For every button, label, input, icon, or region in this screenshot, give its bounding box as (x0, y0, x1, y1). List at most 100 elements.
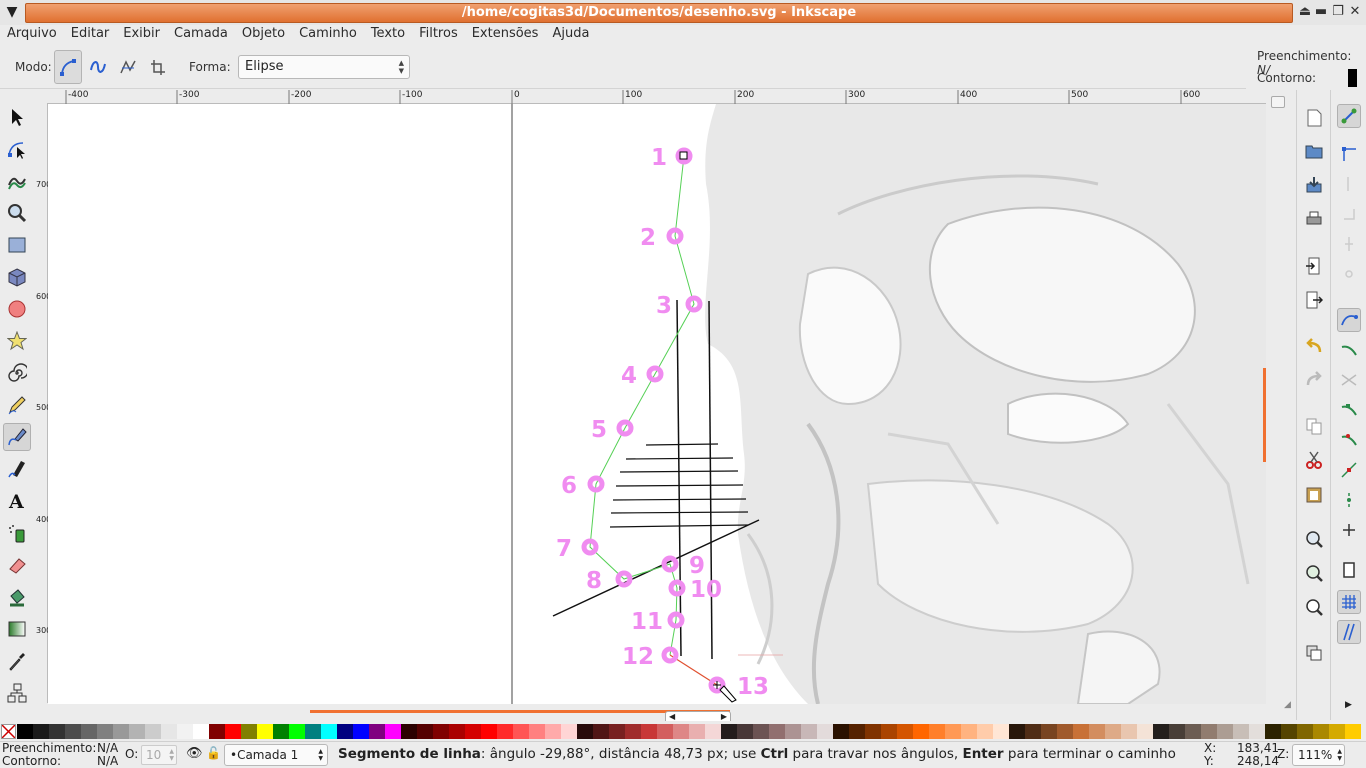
palette-swatch[interactable] (1009, 724, 1025, 739)
palette-swatch[interactable] (769, 724, 785, 739)
save-icon[interactable] (1302, 173, 1326, 197)
palette-swatch[interactable] (305, 724, 321, 739)
zoom-selection-icon[interactable] (1302, 527, 1326, 551)
menu-filtros[interactable]: Filtros (412, 25, 465, 43)
palette-swatch[interactable] (833, 724, 849, 739)
palette-swatch[interactable] (449, 724, 465, 739)
tweak-tool[interactable] (3, 167, 31, 195)
palette-swatch[interactable] (481, 724, 497, 739)
menu-objeto[interactable]: Objeto (235, 25, 292, 43)
palette-swatch[interactable] (257, 724, 273, 739)
horizontal-ruler[interactable]: -400 -300 -200 -100 0 100 200 300 400 50… (48, 90, 1266, 104)
palette-swatch[interactable] (561, 724, 577, 739)
paint-bucket-tool[interactable] (3, 583, 31, 611)
palette-swatch[interactable] (721, 724, 737, 739)
undo-icon[interactable] (1302, 334, 1326, 358)
scroll-left-icon[interactable]: ◀ (669, 712, 675, 721)
palette-swatch[interactable] (705, 724, 721, 739)
pencil-tool[interactable] (3, 391, 31, 419)
palette-swatch[interactable] (785, 724, 801, 739)
import-icon[interactable] (1302, 254, 1326, 278)
opacity-spinbox[interactable]: 10 ▲ ▼ (141, 745, 177, 765)
palette-swatch[interactable] (1265, 724, 1281, 739)
palette-swatch[interactable] (673, 724, 689, 739)
open-folder-icon[interactable] (1302, 139, 1326, 163)
palette-swatch[interactable] (497, 724, 513, 739)
palette-swatch[interactable] (1057, 724, 1073, 739)
enable-snapping-icon[interactable] (1337, 104, 1361, 128)
palette-swatch[interactable] (465, 724, 481, 739)
palette-swatch[interactable] (1345, 724, 1361, 739)
snap-object-centers-icon[interactable] (1337, 488, 1361, 512)
toggle-lock-icon[interactable]: 🔓 (206, 746, 221, 760)
snap-page-border-icon[interactable] (1337, 558, 1361, 582)
palette-swatch[interactable] (289, 724, 305, 739)
drawing-canvas[interactable]: 1 2 3 4 5 6 7 8 9 10 11 12 13 (48, 104, 1266, 704)
stroke-swatch[interactable] (1348, 69, 1357, 87)
snap-guides-icon[interactable] (1337, 620, 1361, 644)
palette-swatch[interactable] (401, 724, 417, 739)
spiral-tool[interactable] (3, 359, 31, 387)
palette-swatch[interactable] (817, 724, 833, 739)
menu-ajuda[interactable]: Ajuda (545, 25, 596, 43)
export-icon[interactable] (1302, 288, 1326, 312)
text-tool[interactable]: A (3, 487, 31, 515)
vertical-ruler[interactable]: 700 600 500 400 300 (34, 103, 51, 703)
palette-swatch[interactable] (897, 724, 913, 739)
snap-smooth-nodes-icon[interactable] (1337, 428, 1361, 452)
snap-paths-icon[interactable] (1337, 338, 1361, 362)
palette-swatch[interactable] (17, 724, 33, 739)
snap-bbox-center-icon[interactable] (1337, 262, 1361, 286)
paste-icon[interactable] (1302, 482, 1326, 506)
palette-swatch[interactable] (593, 724, 609, 739)
spray-tool[interactable] (3, 519, 31, 547)
redo-icon[interactable] (1302, 367, 1326, 391)
palette-swatch[interactable] (913, 724, 929, 739)
palette-swatch[interactable] (1073, 724, 1089, 739)
palette-swatch[interactable] (193, 724, 209, 739)
palette-swatch[interactable] (225, 724, 241, 739)
palette-swatch[interactable] (337, 724, 353, 739)
menu-exibir[interactable]: Exibir (116, 25, 167, 43)
palette-swatch[interactable] (209, 724, 225, 739)
3d-box-tool[interactable] (3, 263, 31, 291)
palette-swatch[interactable] (529, 724, 545, 739)
palette-swatch[interactable] (1041, 724, 1057, 739)
vertical-scrollbar[interactable]: ◢ (1263, 90, 1296, 720)
menu-caminho[interactable]: Caminho (292, 25, 364, 43)
mode-regular-bezier-button[interactable] (54, 50, 82, 84)
palette-swatch[interactable] (241, 724, 257, 739)
palette-swatch[interactable] (1201, 724, 1217, 739)
current-layer-select[interactable]: •Camada 1 ▲ ▼ (224, 744, 328, 766)
palette-swatch[interactable] (1089, 724, 1105, 739)
scroll-right-icon[interactable]: ▶ (721, 712, 727, 721)
menu-extensoes[interactable]: Extensões (465, 25, 546, 43)
snap-grid-icon[interactable] (1337, 590, 1361, 614)
snap-bbox-icon[interactable] (1337, 142, 1361, 166)
palette-swatch[interactable] (65, 724, 81, 739)
palette-swatch[interactable] (865, 724, 881, 739)
gradient-tool[interactable] (3, 615, 31, 643)
palette-swatch[interactable] (273, 724, 289, 739)
palette-swatch[interactable] (81, 724, 97, 739)
palette-swatch[interactable] (1137, 724, 1153, 739)
toggle-visibility-icon[interactable]: 👁 (186, 746, 203, 761)
palette-swatch[interactable] (801, 724, 817, 739)
palette-swatch[interactable] (641, 724, 657, 739)
mode-paraxial-button[interactable] (144, 50, 172, 84)
node-tool[interactable] (3, 135, 31, 163)
palette-swatch[interactable] (97, 724, 113, 739)
duplicate-icon[interactable] (1302, 641, 1326, 665)
palette-swatch[interactable] (433, 724, 449, 739)
mode-spiro-button[interactable] (84, 50, 112, 84)
menu-texto[interactable]: Texto (364, 25, 412, 43)
palette-swatch[interactable] (625, 724, 641, 739)
maximize-icon[interactable]: ❐ (1330, 4, 1346, 20)
new-document-icon[interactable] (1302, 106, 1326, 130)
palette-swatch[interactable] (513, 724, 529, 739)
calligraphy-tool[interactable] (3, 455, 31, 483)
palette-swatch[interactable] (753, 724, 769, 739)
shape-select[interactable]: Elipse ▲ ▼ (238, 55, 410, 79)
lock-guides-icon[interactable] (1271, 96, 1285, 108)
expand-arrow-icon[interactable]: ▶ (1345, 700, 1352, 710)
